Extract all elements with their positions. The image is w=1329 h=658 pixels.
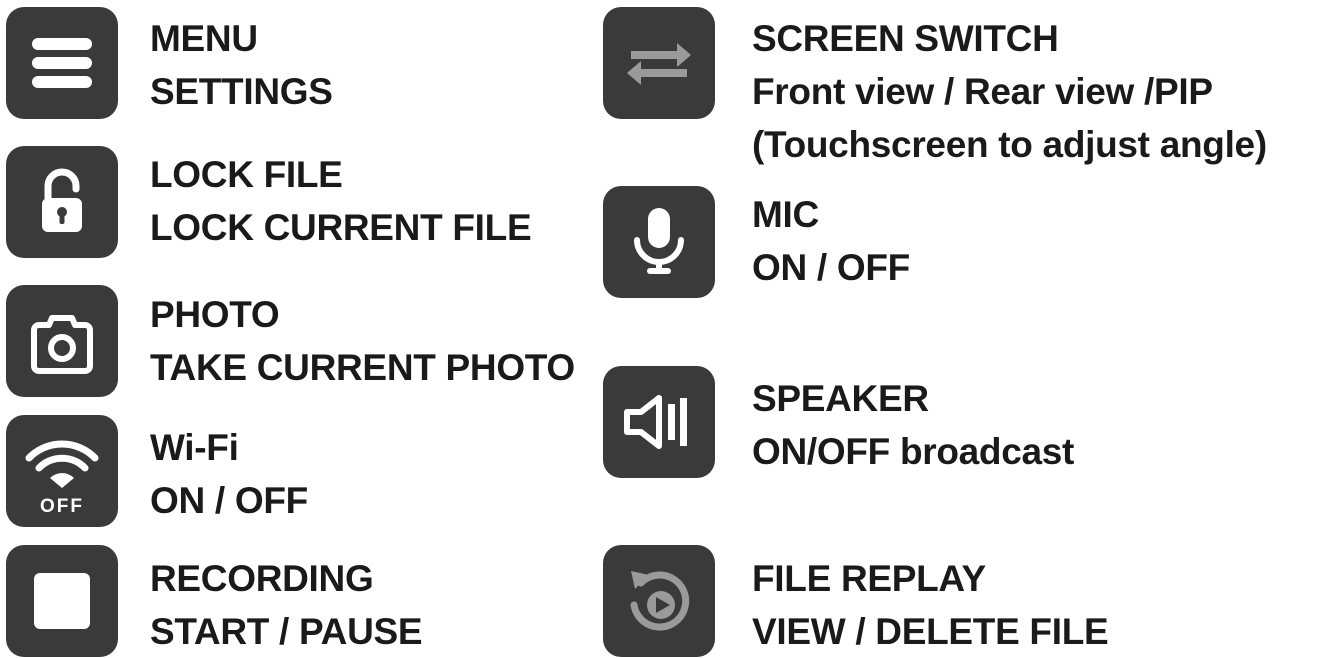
menu-title: MENU: [150, 18, 258, 59]
mic-title: MIC: [752, 194, 819, 235]
wifi-desc: ON / OFF: [150, 480, 308, 521]
speaker-title: SPEAKER: [752, 378, 929, 419]
mic-text: MIC ON / OFF: [752, 188, 910, 294]
file-replay-text: FILE REPLAY VIEW / DELETE FILE: [752, 552, 1109, 658]
recording-button[interactable]: [6, 545, 118, 657]
wifi-off-icon: OFF: [25, 440, 99, 516]
screen-switch-desc-1: Front view / Rear view /PIP: [752, 71, 1213, 112]
lock-file-button[interactable]: [6, 146, 118, 258]
file-replay-desc: VIEW / DELETE FILE: [752, 611, 1109, 652]
screen-switch-title: SCREEN SWITCH: [752, 18, 1059, 59]
menu-text: MENU SETTINGS: [150, 12, 333, 118]
unlocked-padlock-icon: [42, 168, 82, 232]
file-replay-title: FILE REPLAY: [752, 558, 986, 599]
recording-desc: START / PAUSE: [150, 611, 423, 652]
photo-text: PHOTO TAKE CURRENT PHOTO: [150, 288, 575, 394]
menu-button[interactable]: [6, 7, 118, 119]
menu-desc: SETTINGS: [150, 71, 333, 112]
wifi-off-label: OFF: [40, 496, 84, 516]
recording-text: RECORDING START / PAUSE: [150, 552, 423, 658]
camera-icon: [31, 315, 93, 374]
speaker-button[interactable]: [603, 366, 715, 478]
stop-square-icon: [34, 573, 90, 629]
screen-switch-text: SCREEN SWITCH Front view / Rear view /PI…: [752, 12, 1267, 171]
lock-file-text: LOCK FILE LOCK CURRENT FILE: [150, 148, 532, 254]
speaker-icon: [624, 395, 687, 449]
wifi-title: Wi-Fi: [150, 427, 239, 468]
microphone-icon: [634, 208, 684, 274]
photo-desc: TAKE CURRENT PHOTO: [150, 347, 575, 388]
mic-desc: ON / OFF: [752, 247, 910, 288]
wifi-button[interactable]: OFF: [6, 415, 118, 527]
mic-button[interactable]: [603, 186, 715, 298]
recording-title: RECORDING: [150, 558, 374, 599]
file-replay-button[interactable]: [603, 545, 715, 657]
photo-button[interactable]: [6, 285, 118, 397]
screen-switch-button[interactable]: [603, 7, 715, 119]
speaker-text: SPEAKER ON/OFF broadcast: [752, 372, 1074, 478]
lock-file-title: LOCK FILE: [150, 154, 343, 195]
replay-icon: [630, 571, 690, 631]
wifi-text: Wi-Fi ON / OFF: [150, 421, 308, 527]
photo-title: PHOTO: [150, 294, 280, 335]
swap-arrows-icon: [627, 43, 691, 85]
lock-file-desc: LOCK CURRENT FILE: [150, 207, 532, 248]
screen-switch-desc-2: (Touchscreen to adjust angle): [752, 124, 1267, 165]
speaker-desc: ON/OFF broadcast: [752, 431, 1075, 472]
hamburger-menu-icon: [32, 38, 92, 88]
